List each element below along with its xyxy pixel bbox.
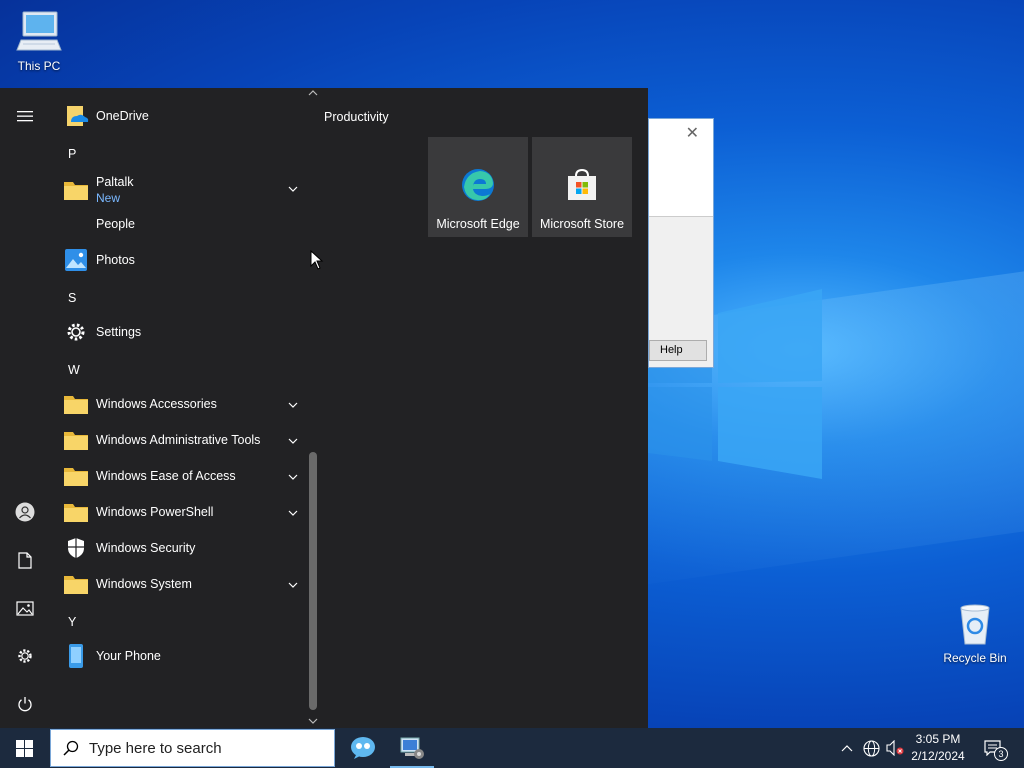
gear-icon (60, 316, 92, 348)
start-button[interactable] (0, 728, 48, 768)
app-item-windows-system[interactable]: Windows System (60, 567, 306, 601)
app-item-onedrive[interactable]: OneDrive (60, 99, 306, 133)
new-badge: New (96, 191, 121, 205)
mouse-cursor-icon (310, 250, 324, 270)
volume-button[interactable] (884, 728, 906, 768)
chevron-down-icon[interactable] (288, 397, 298, 411)
power-icon (18, 697, 32, 712)
people-icon (60, 208, 92, 240)
folder-icon (60, 388, 92, 420)
chevron-down-icon[interactable] (288, 505, 298, 519)
background-dialog-window: ✕ Help (648, 118, 714, 368)
picture-icon (16, 600, 34, 616)
power-button[interactable] (0, 684, 50, 724)
chevron-down-icon[interactable] (288, 577, 298, 591)
hamburger-icon (17, 111, 33, 122)
taskbar-app-paltalk[interactable] (339, 728, 387, 768)
app-item-paltalk[interactable]: Paltalk New (60, 171, 306, 209)
folder-icon (60, 460, 92, 492)
photos-icon (60, 244, 92, 276)
desktop-icon-label: This PC (17, 59, 61, 73)
user-icon (15, 502, 35, 522)
letter-header-w[interactable]: W (68, 355, 98, 385)
tile-microsoft-edge[interactable]: Microsoft Edge (428, 137, 528, 237)
chevron-down-icon[interactable] (288, 181, 298, 195)
folder-icon (60, 424, 92, 456)
documents-button[interactable] (0, 540, 50, 580)
app-item-windows-accessories[interactable]: Windows Accessories (60, 387, 306, 421)
tiles-area: Productivity Microsoft Edge Microsoft St… (320, 88, 648, 728)
tile-group-title[interactable]: Productivity (324, 110, 389, 124)
app-item-settings[interactable]: Settings (60, 315, 306, 349)
desktop-icon-this-pc[interactable]: This PC (0, 10, 79, 73)
app-item-windows-security[interactable]: Windows Security (60, 531, 306, 565)
app-list-scrollbar[interactable] (306, 88, 320, 728)
letter-header-s[interactable]: S (68, 283, 98, 313)
paltalk-icon (351, 737, 375, 759)
chevron-down-icon[interactable] (288, 433, 298, 447)
folder-icon (60, 568, 92, 600)
document-icon (18, 551, 32, 569)
show-hidden-icons-button[interactable] (838, 728, 856, 768)
volume-muted-icon (886, 740, 904, 756)
dialog-titlebar: ✕ (649, 119, 713, 147)
edge-icon (460, 167, 496, 206)
close-icon[interactable]: ✕ (686, 123, 699, 143)
phone-icon (60, 640, 92, 672)
letter-header-y[interactable]: Y (68, 607, 98, 637)
taskbar-clock[interactable]: 3:05 PM 2/12/2024 (906, 731, 970, 765)
taskbar-app-system-control[interactable] (388, 728, 436, 768)
dialog-header-band (649, 147, 713, 217)
globe-icon (862, 739, 880, 757)
chevron-down-icon[interactable] (288, 469, 298, 483)
app-item-people[interactable]: People (60, 207, 306, 241)
settings-rail-button[interactable] (0, 636, 50, 676)
notification-count-badge: 3 (994, 747, 1008, 761)
tile-microsoft-store[interactable]: Microsoft Store (532, 137, 632, 237)
app-list: OneDrive P Paltalk New People Photos S S… (50, 88, 306, 728)
letter-header-p[interactable]: P (68, 139, 98, 169)
pictures-button[interactable] (0, 588, 50, 628)
start-menu-rail (0, 88, 50, 728)
app-item-windows-powershell[interactable]: Windows PowerShell (60, 495, 306, 529)
network-button[interactable] (860, 728, 882, 768)
onedrive-icon (60, 100, 92, 132)
expand-menu-button[interactable] (0, 96, 50, 136)
scroll-up-arrow-icon[interactable] (308, 90, 318, 96)
user-account-button[interactable] (0, 492, 50, 532)
folder-icon (60, 496, 92, 528)
computer-settings-icon (400, 737, 424, 759)
scroll-down-arrow-icon[interactable] (308, 718, 318, 724)
recycle-bin-icon (960, 604, 990, 645)
folder-icon (60, 174, 92, 206)
clock-time: 3:05 PM (915, 732, 961, 746)
app-item-windows-administrative-tools[interactable]: Windows Administrative Tools (60, 423, 306, 457)
app-item-photos[interactable]: Photos (60, 243, 306, 277)
store-icon (564, 167, 600, 206)
computer-icon (16, 11, 62, 51)
taskbar-search-box[interactable] (50, 729, 335, 767)
app-item-windows-ease-of-access[interactable]: Windows Ease of Access (60, 459, 306, 493)
chevron-up-icon (841, 744, 853, 751)
windows-logo-icon (15, 739, 33, 757)
clock-date: 2/12/2024 (911, 749, 965, 763)
help-button[interactable]: Help (649, 340, 707, 361)
shield-icon (60, 532, 92, 564)
gear-icon (18, 649, 32, 663)
desktop-icon-label: Recycle Bin (943, 651, 1007, 665)
search-input[interactable] (89, 739, 319, 757)
start-menu: OneDrive P Paltalk New People Photos S S… (0, 88, 648, 728)
desktop-icon-recycle-bin[interactable]: Recycle Bin (935, 602, 1015, 665)
taskbar: 3:05 PM 2/12/2024 3 (0, 728, 1024, 768)
scrollbar-thumb[interactable] (309, 452, 317, 710)
search-icon (63, 740, 79, 756)
app-item-your-phone[interactable]: Your Phone (60, 639, 306, 673)
